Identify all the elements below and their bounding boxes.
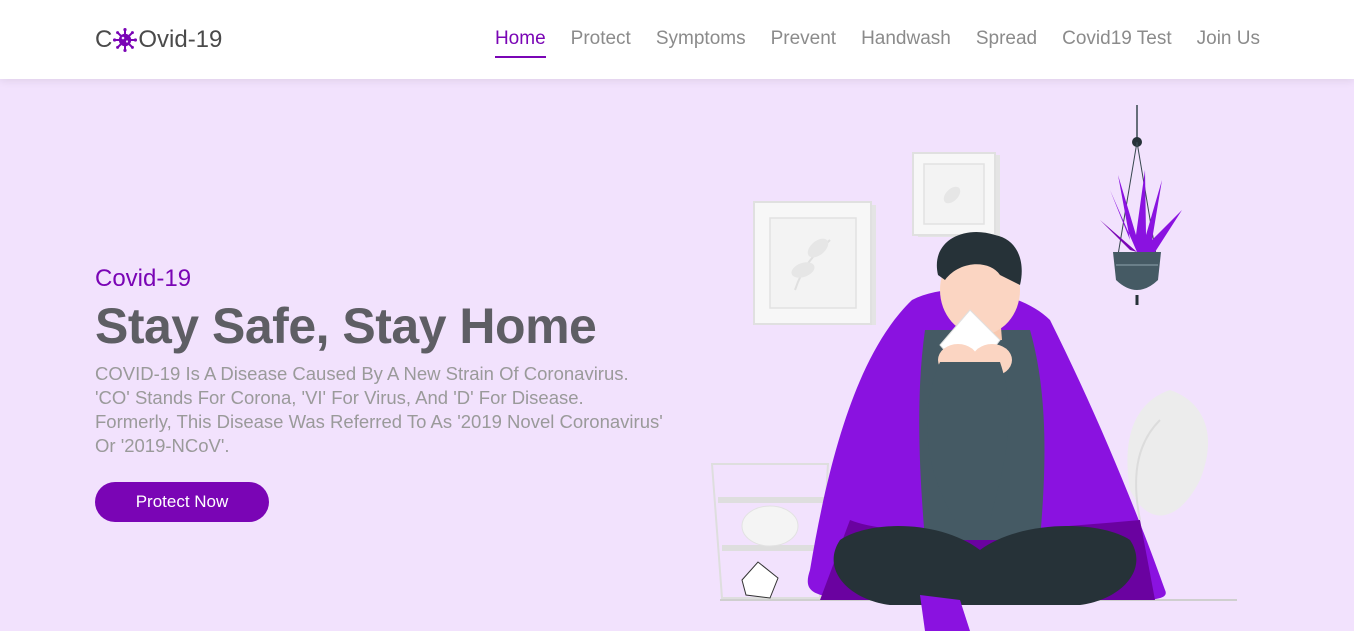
nav-protect[interactable]: Protect bbox=[571, 22, 631, 58]
picture-frame-right bbox=[912, 152, 1000, 237]
brand-suffix: Ovid-19 bbox=[138, 26, 223, 53]
hero-text: Covid-19 Stay Safe, Stay Home COVID-19 I… bbox=[95, 262, 695, 458]
nav-join-us[interactable]: Join Us bbox=[1197, 22, 1260, 58]
nav-covid19-test[interactable]: Covid19 Test bbox=[1062, 22, 1172, 58]
hero-description: COVID-19 Is A Disease Caused By A New St… bbox=[95, 363, 663, 456]
protect-now-button[interactable]: Protect Now bbox=[95, 482, 269, 522]
brand-prefix: C bbox=[95, 26, 113, 53]
picture-frame-left bbox=[753, 201, 876, 325]
hero-illustration bbox=[710, 105, 1237, 631]
background-leaves bbox=[1127, 390, 1209, 521]
navbar: C Ovid-19 Home Protect Symptoms Prevent … bbox=[0, 0, 1354, 79]
main-nav: Home Protect Symptoms Prevent Handwash S… bbox=[470, 0, 1260, 79]
nav-symptoms[interactable]: Symptoms bbox=[656, 22, 746, 58]
brand-logo[interactable]: C Ovid-19 bbox=[95, 24, 222, 56]
nav-prevent[interactable]: Prevent bbox=[771, 22, 836, 58]
hero-headline: Stay Safe, Stay Home bbox=[95, 298, 597, 354]
hero-eyebrow: Covid-19 bbox=[95, 265, 192, 292]
nav-handwash[interactable]: Handwash bbox=[861, 22, 951, 58]
nav-spread[interactable]: Spread bbox=[976, 22, 1037, 58]
virus-icon bbox=[113, 28, 138, 52]
nav-home[interactable]: Home bbox=[494, 22, 546, 58]
hanging-plant bbox=[1100, 105, 1182, 305]
